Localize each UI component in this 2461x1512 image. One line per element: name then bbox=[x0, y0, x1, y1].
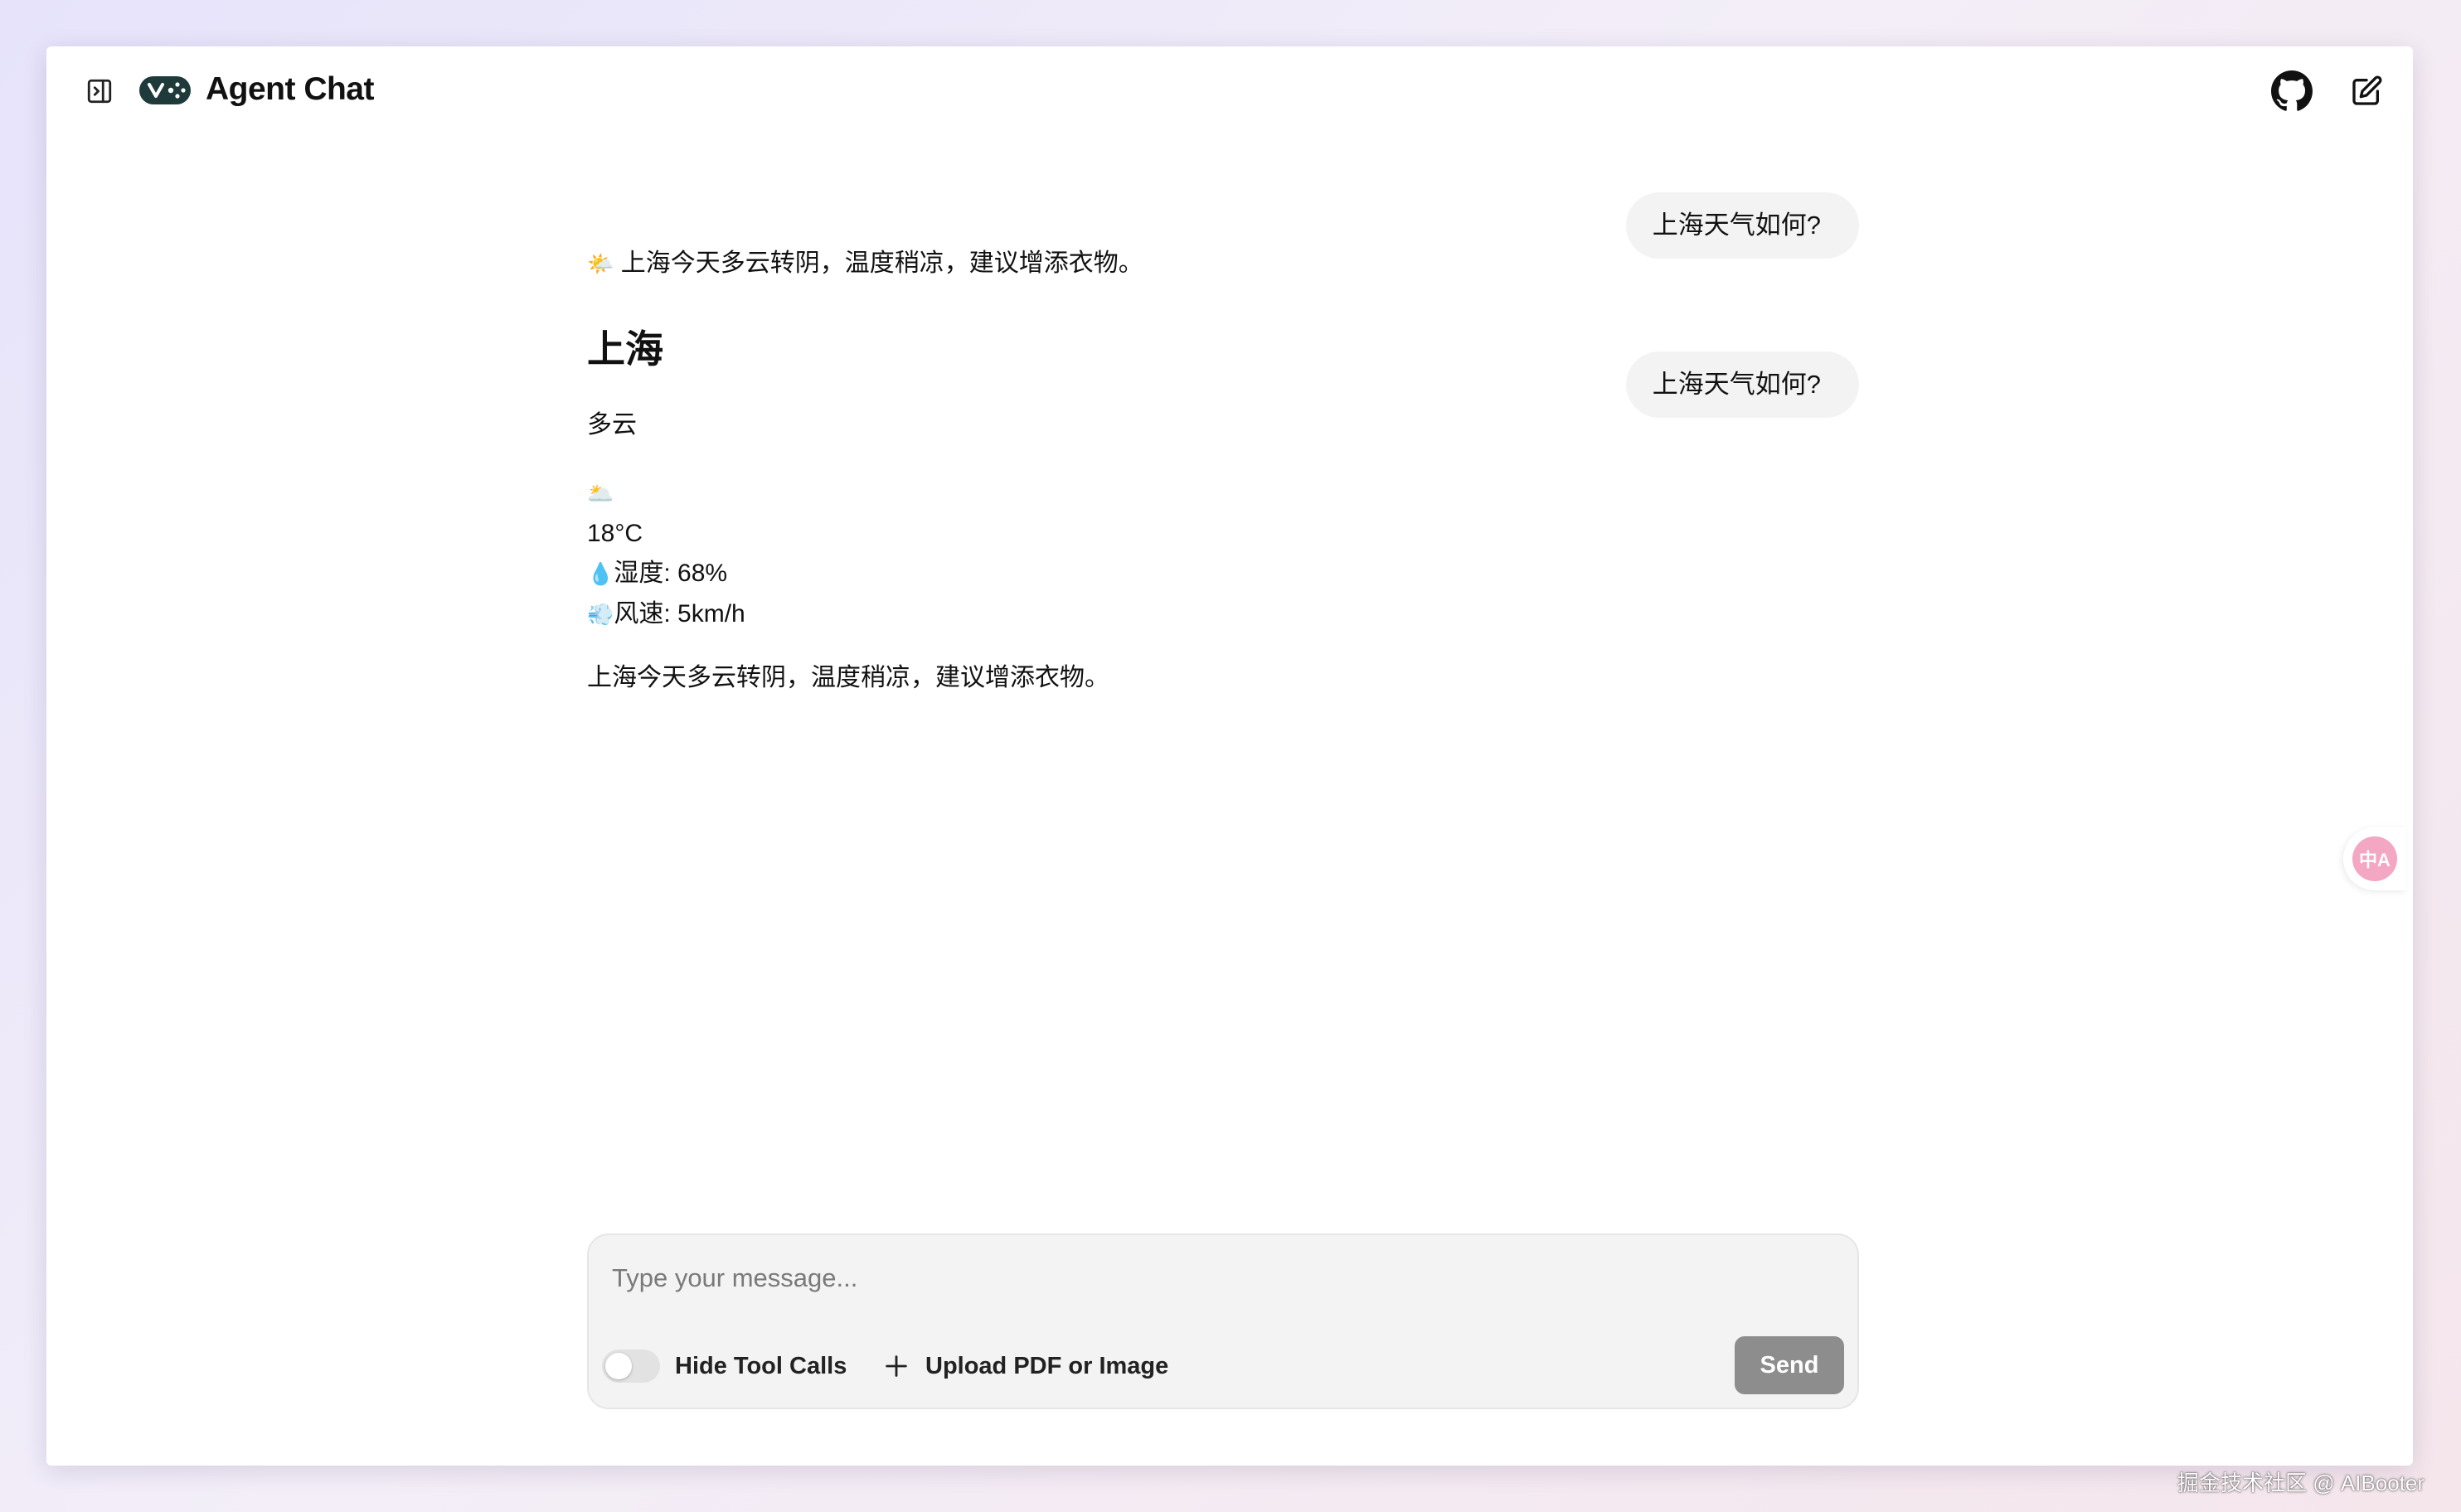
weather-wind-row: 💨风速: 5km/h bbox=[587, 594, 1831, 635]
panel-left-icon bbox=[87, 79, 112, 104]
hide-tool-calls-label: Hide Tool Calls bbox=[675, 1353, 847, 1379]
cloud-icon: 🌥️ bbox=[587, 482, 614, 506]
weather-wind: 风速: 5km/h bbox=[614, 600, 745, 628]
toggle-knob bbox=[605, 1353, 632, 1379]
assistant-closing-text: 上海今天多云转阴，温度稍凉，建议增添衣物。 bbox=[587, 664, 1109, 691]
weather-humidity-row: 💧湿度: 68% bbox=[587, 554, 1831, 594]
user-message-text: 上海天气如何? bbox=[1652, 211, 1821, 240]
sidebar-toggle-button[interactable] bbox=[80, 71, 119, 111]
message-composer: Hide Tool Calls Upload PDF or Image Send bbox=[587, 1233, 1859, 1409]
weather-condition: 多云 bbox=[587, 411, 637, 439]
assistant-message: 🌤️ 上海今天多云转阴，温度稍凉，建议增添衣物。 上海 多云 🌥️ 18°C 💧… bbox=[587, 245, 1831, 696]
translate-icon: 中A bbox=[2352, 836, 2397, 881]
message-input[interactable] bbox=[612, 1258, 1823, 1298]
new-chat-button[interactable] bbox=[2343, 68, 2390, 114]
weather-temperature: 18°C bbox=[587, 520, 643, 547]
wind-icon: 💨 bbox=[587, 603, 614, 628]
send-button[interactable]: Send bbox=[1735, 1336, 1844, 1394]
top-bar: Agent Chat bbox=[46, 46, 2413, 133]
translate-widget[interactable]: 中A bbox=[2343, 827, 2406, 890]
sun-behind-cloud-icon: 🌤️ bbox=[587, 252, 614, 277]
pencil-square-icon bbox=[2352, 75, 2382, 105]
weather-city-heading: 上海 bbox=[587, 327, 663, 371]
app-title: Agent Chat bbox=[206, 71, 375, 107]
hide-tool-calls-toggle[interactable] bbox=[602, 1350, 660, 1383]
app-window: Agent Chat 上海天气如何? 上海天气如何? 🌤️ 上海今天多云转阴，温… bbox=[46, 46, 2413, 1466]
watermark: 掘金技术社区 @ AIBooter bbox=[2177, 1471, 2425, 1495]
agent-logo-icon bbox=[139, 76, 191, 104]
upload-file-button[interactable]: Upload PDF or Image bbox=[882, 1345, 1168, 1388]
droplet-icon: 💧 bbox=[587, 562, 614, 587]
translate-label: 中A bbox=[2359, 850, 2391, 870]
assistant-summary-text: 上海今天多云转阴，温度稍凉，建议增添衣物。 bbox=[620, 250, 1143, 277]
weather-humidity: 湿度: 68% bbox=[614, 560, 728, 587]
github-link[interactable] bbox=[2269, 68, 2315, 114]
weather-details: 🌥️ 18°C 💧湿度: 68% 💨风速: 5km/h bbox=[587, 473, 1831, 635]
github-icon bbox=[2271, 70, 2313, 111]
assistant-summary: 🌤️ 上海今天多云转阴，温度稍凉，建议增添衣物。 bbox=[587, 245, 1831, 283]
upload-file-label: Upload PDF or Image bbox=[925, 1352, 1169, 1379]
plus-icon bbox=[886, 1355, 907, 1377]
